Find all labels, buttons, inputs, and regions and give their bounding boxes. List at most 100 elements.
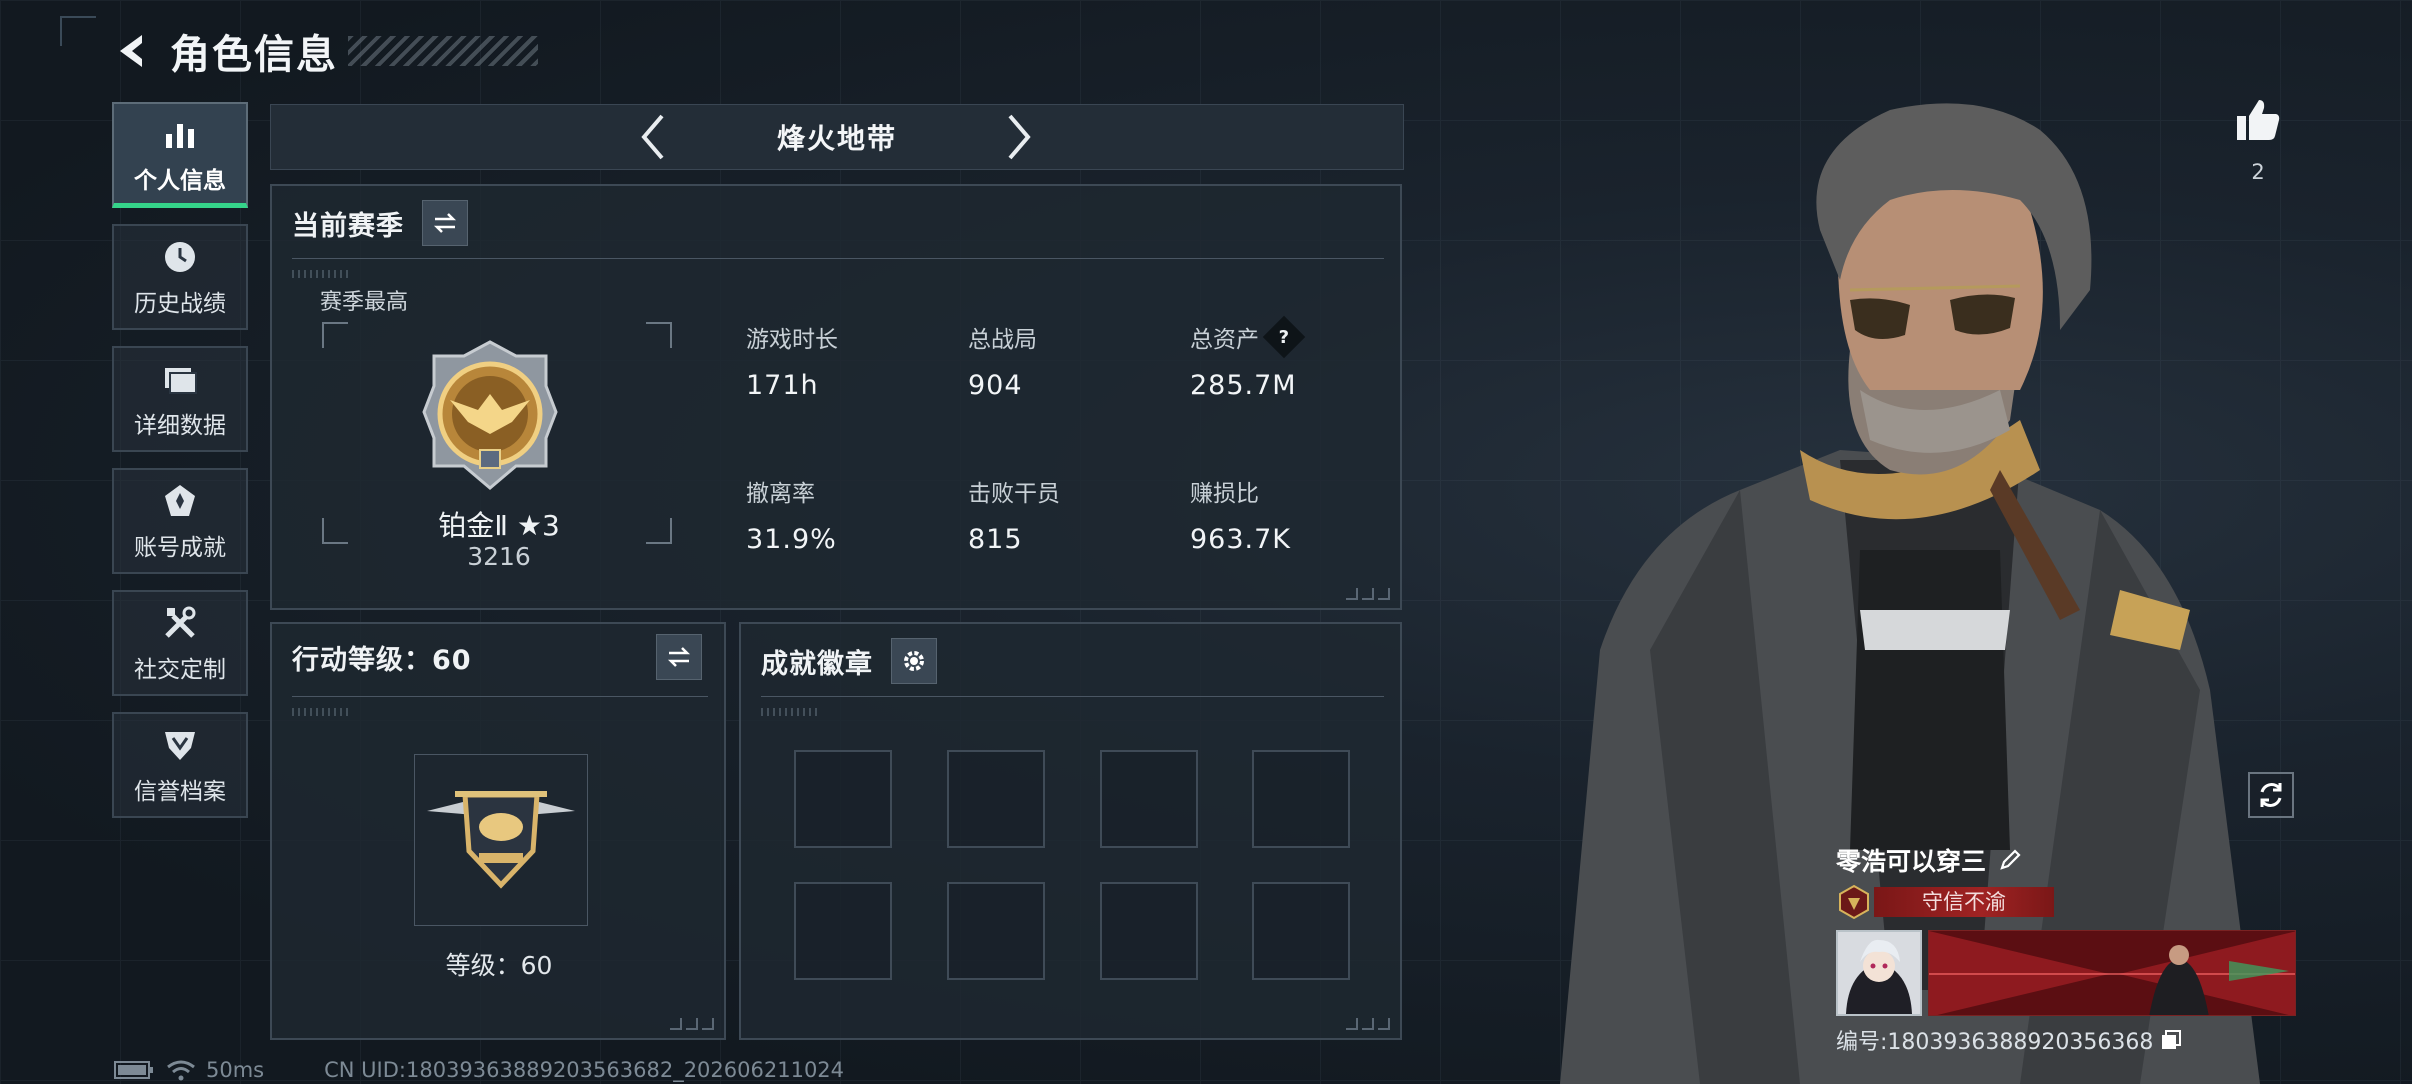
like-count: 2 — [2251, 160, 2265, 184]
help-icon: ? — [1278, 326, 1290, 348]
back-arrow-icon — [120, 35, 142, 67]
helicopter-emblem-icon — [427, 791, 575, 889]
mode-name: 烽火地带 — [776, 122, 897, 155]
copy-id-button[interactable] — [2159, 1028, 2183, 1052]
stat-value: 171h — [746, 370, 819, 401]
stat-label: 撤离率 — [746, 481, 815, 507]
achievement-header: 成就徽章 — [761, 638, 937, 684]
stat-operators-defeated: 击败干员 815 — [968, 474, 1060, 555]
corner-decoration — [670, 1018, 714, 1030]
stat-value: 285.7M — [1190, 370, 1297, 401]
nav-label: 账号成就 — [134, 535, 226, 561]
help-button[interactable]: ? — [1262, 315, 1306, 359]
refresh-button[interactable] — [2248, 772, 2294, 818]
badge-slot[interactable] — [794, 750, 892, 848]
tick-decoration — [761, 708, 821, 716]
title-emblem-icon — [1836, 884, 1872, 920]
stat-play-time: 游戏时长 171h — [746, 320, 838, 401]
stat-value: 963.7K — [1190, 524, 1292, 555]
nav-item-achievements[interactable]: 账号成就 — [112, 468, 248, 574]
nav-item-social[interactable]: 社交定制 — [112, 590, 248, 696]
rank-name: 铂金Ⅱ ★3 — [438, 509, 560, 542]
divider — [761, 696, 1384, 697]
refresh-icon — [2260, 783, 2282, 807]
mode-selector: 烽火地带 — [270, 104, 1404, 170]
nav-label: 详细数据 — [134, 413, 226, 439]
stat-profit-ratio: 赚损比 963.7K — [1190, 474, 1291, 555]
nav-item-detail-data[interactable]: 详细数据 — [112, 346, 248, 452]
action-level-header: 行动等级：60 — [292, 638, 472, 677]
season-header: 当前赛季 — [292, 200, 468, 246]
nav-label: 社交定制 — [134, 657, 226, 683]
mode-prev-button[interactable] — [627, 111, 679, 163]
achievement-icon — [159, 480, 201, 522]
nav-item-credit[interactable]: 信誉档案 — [112, 712, 248, 818]
stat-label: 总战局 — [968, 327, 1037, 353]
achievement-settings-button[interactable] — [891, 638, 937, 684]
badge-slot[interactable] — [1252, 882, 1350, 980]
history-icon — [159, 236, 201, 278]
edit-name-button[interactable] — [1998, 848, 2022, 872]
thumbs-up-icon — [2237, 100, 2280, 140]
chevron-right-icon — [1008, 114, 1031, 160]
profile-card: 零浩可以穿三 守信不渝 编号:1803936388920356368 — [1836, 842, 2296, 1056]
corner-decoration — [1346, 588, 1390, 600]
nav-item-personal-info[interactable]: 个人信息 — [112, 102, 248, 208]
title-tag: 守信不渝 — [1874, 887, 2054, 917]
stat-label: 赚损比 — [1190, 481, 1259, 507]
tick-decoration — [292, 270, 352, 278]
tick-decoration — [292, 708, 352, 716]
stat-value: 904 — [968, 370, 1023, 401]
badge-slot[interactable] — [794, 882, 892, 980]
season-switch-button[interactable] — [422, 200, 468, 246]
player-id: 编号:1803936388920356368 — [1836, 1030, 2154, 1055]
page-title: 角色信息 — [170, 32, 338, 78]
badge-slot[interactable] — [1100, 882, 1198, 980]
level-text: 等级：60 — [445, 951, 553, 980]
stat-extract-rate: 撤离率 31.9% — [746, 474, 837, 555]
side-nav: 个人信息 历史战绩 详细数据 账号成就 社交定制 信誉档案 — [112, 102, 250, 834]
nav-label: 个人信息 — [134, 167, 226, 194]
back-button[interactable] — [112, 29, 156, 73]
badge-slot[interactable] — [947, 882, 1045, 980]
badge-slot[interactable] — [1252, 750, 1350, 848]
page-header: 角色信息 — [112, 24, 538, 78]
title-row: 守信不渝 — [1836, 884, 2296, 920]
credit-shield-icon — [159, 724, 201, 766]
achievement-title: 成就徽章 — [761, 648, 873, 680]
player-name: 零浩可以穿三 — [1836, 847, 1987, 876]
season-best-label: 赛季最高 — [320, 290, 409, 315]
nav-item-history[interactable]: 历史战绩 — [112, 224, 248, 330]
badge-slot[interactable] — [947, 750, 1045, 848]
stat-label: 游戏时长 — [746, 327, 838, 353]
profile-name-row: 零浩可以穿三 — [1836, 842, 2296, 878]
stat-label: 击败干员 — [968, 481, 1060, 507]
latency-text: 50ms — [206, 1058, 265, 1082]
rank-score: 3216 — [467, 542, 531, 571]
achievement-panel: 成就徽章 — [739, 622, 1402, 1040]
title-stripes — [348, 36, 538, 66]
stat-total-assets: 总资产 ? 285.7M — [1190, 315, 1306, 401]
mode-next-button[interactable] — [993, 111, 1045, 163]
avatar[interactable] — [1836, 930, 1922, 1016]
badge-slot[interactable] — [1100, 750, 1198, 848]
divider — [292, 696, 708, 697]
stat-value: 815 — [968, 524, 1023, 555]
level-emblem-frame — [414, 754, 588, 926]
action-level-panel: 行动等级：60 等级：60 — [270, 622, 726, 1040]
like-button[interactable]: 2 — [2228, 98, 2288, 184]
corner-decoration — [60, 16, 96, 46]
divider — [292, 258, 1384, 259]
season-title: 当前赛季 — [292, 210, 404, 242]
battery-icon — [114, 1061, 153, 1079]
corner-decoration — [1346, 1018, 1390, 1030]
profile-banner[interactable] — [1928, 930, 2296, 1016]
gear-icon — [904, 651, 924, 671]
action-level-switch-button[interactable] — [656, 634, 702, 680]
tools-icon — [159, 602, 201, 644]
rank-medal-icon — [422, 340, 558, 490]
season-panel: 当前赛季 赛季最高 铂金Ⅱ ★3 3216 游戏时长 171h 总战局 904 … — [270, 184, 1402, 610]
nav-label: 信誉档案 — [134, 779, 226, 805]
stat-label: 总资产 — [1190, 327, 1259, 353]
status-footer: 50ms CN UID:1803936388920356368​2_202606… — [114, 1058, 844, 1082]
